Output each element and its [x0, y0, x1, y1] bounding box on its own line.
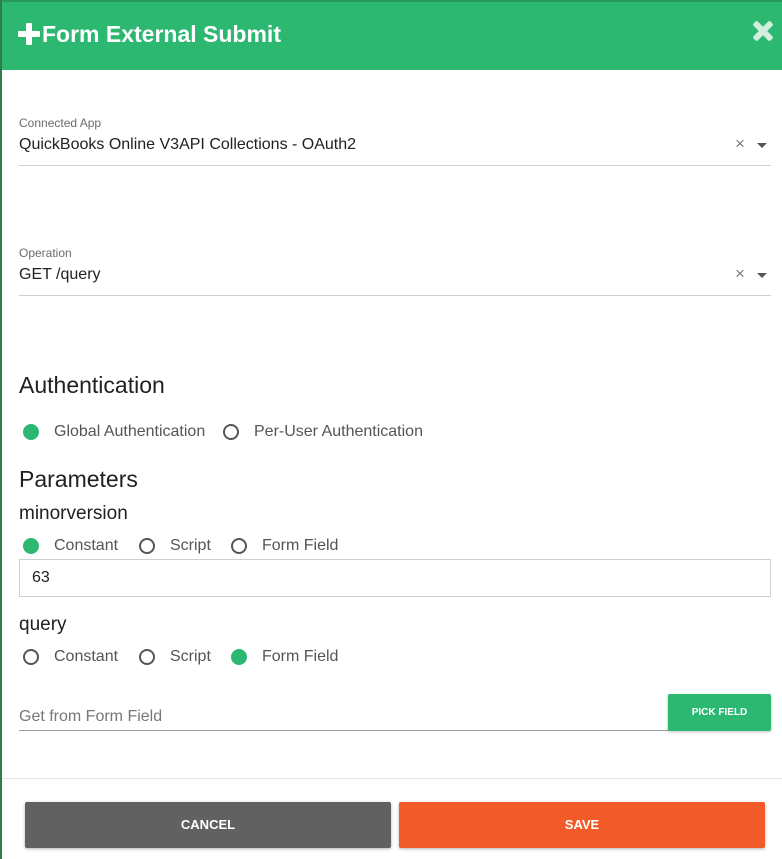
operation-select[interactable]: GET /query ×	[19, 264, 771, 296]
param-name-minorversion: minorversion	[19, 503, 128, 524]
radio-indicator[interactable]	[223, 424, 239, 440]
footer-divider	[2, 778, 782, 779]
chevron-down-icon[interactable]	[757, 143, 767, 148]
connected-app-select[interactable]: QuickBooks Online V3API Collections - OA…	[19, 134, 771, 166]
save-button[interactable]: SAVE	[399, 802, 765, 848]
operation-label: Operation	[19, 246, 72, 260]
authentication-heading: Authentication	[19, 372, 165, 398]
radio-label: Script	[170, 648, 211, 665]
query-form-field-input[interactable]: Get from Form Field	[19, 704, 669, 731]
parameters-heading: Parameters	[19, 466, 138, 492]
radio-label: Script	[170, 537, 211, 554]
operation-clear-icon[interactable]: ×	[735, 264, 745, 284]
pick-field-button[interactable]: PICK FIELD	[668, 694, 771, 731]
operation-value: GET /query	[19, 266, 101, 283]
radio-indicator[interactable]	[23, 649, 39, 665]
connected-app-value: QuickBooks Online V3API Collections - OA…	[19, 136, 357, 153]
radio-label: Constant	[54, 648, 119, 665]
dialog-header: Form External Submit	[2, 0, 782, 70]
cancel-button[interactable]: CANCEL	[25, 802, 391, 848]
connected-app-clear-icon[interactable]: ×	[735, 134, 745, 154]
radio-label: Global Authentication	[54, 423, 206, 440]
radio-label: Form Field	[262, 537, 339, 554]
radio-label: Form Field	[262, 648, 339, 665]
radio-indicator[interactable]	[23, 424, 39, 440]
radio-label: Constant	[54, 537, 119, 554]
form-external-submit-dialog: Form External Submit Connected App Quick…	[0, 0, 782, 859]
chevron-down-icon[interactable]	[757, 273, 767, 278]
plus-icon	[18, 23, 40, 45]
radio-indicator[interactable]	[23, 538, 39, 554]
radio-label: Per-User Authentication	[254, 423, 423, 440]
dialog-title: Form External Submit	[42, 21, 281, 47]
radio-indicator[interactable]	[231, 538, 247, 554]
radio-indicator[interactable]	[139, 538, 155, 554]
radio-indicator[interactable]	[139, 649, 155, 665]
param-name-query: query	[19, 614, 67, 635]
minorversion-value-input[interactable]: 63	[19, 559, 771, 597]
connected-app-label: Connected App	[19, 116, 102, 130]
radio-indicator[interactable]	[231, 649, 247, 665]
query-form-field-placeholder: Get from Form Field	[19, 708, 163, 725]
close-icon[interactable]	[752, 20, 774, 42]
